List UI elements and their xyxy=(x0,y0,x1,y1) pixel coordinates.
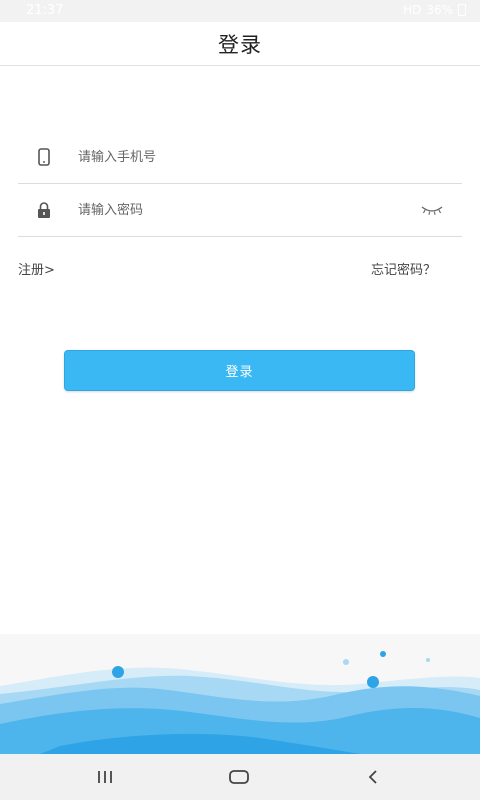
eye-closed-icon[interactable] xyxy=(420,204,444,216)
wave-decoration xyxy=(0,634,480,754)
status-icons: HD 36% xyxy=(403,3,466,17)
status-bar: 21:37 HD 36% xyxy=(0,0,480,22)
battery-icon xyxy=(458,4,466,16)
register-link[interactable]: 注册> xyxy=(18,259,55,278)
phone-icon xyxy=(38,148,50,166)
recent-apps-icon[interactable] xyxy=(90,764,120,790)
phone-field[interactable] xyxy=(18,131,462,184)
forgot-password-link[interactable]: 忘记密码？ xyxy=(371,259,436,278)
title-bar: 登录 xyxy=(0,22,480,66)
battery-percent: 36% xyxy=(426,3,453,17)
back-icon[interactable] xyxy=(358,764,388,790)
network-indicator: HD xyxy=(403,3,422,17)
system-nav-bar xyxy=(0,754,480,800)
phone-input[interactable] xyxy=(78,131,398,183)
lock-icon xyxy=(38,202,50,218)
home-icon[interactable] xyxy=(224,764,254,790)
page-title: 登录 xyxy=(218,32,262,57)
password-input[interactable] xyxy=(78,184,398,236)
status-time: 21:37 xyxy=(26,3,64,18)
login-button[interactable]: 登录 xyxy=(64,350,415,391)
password-field[interactable] xyxy=(18,184,462,237)
